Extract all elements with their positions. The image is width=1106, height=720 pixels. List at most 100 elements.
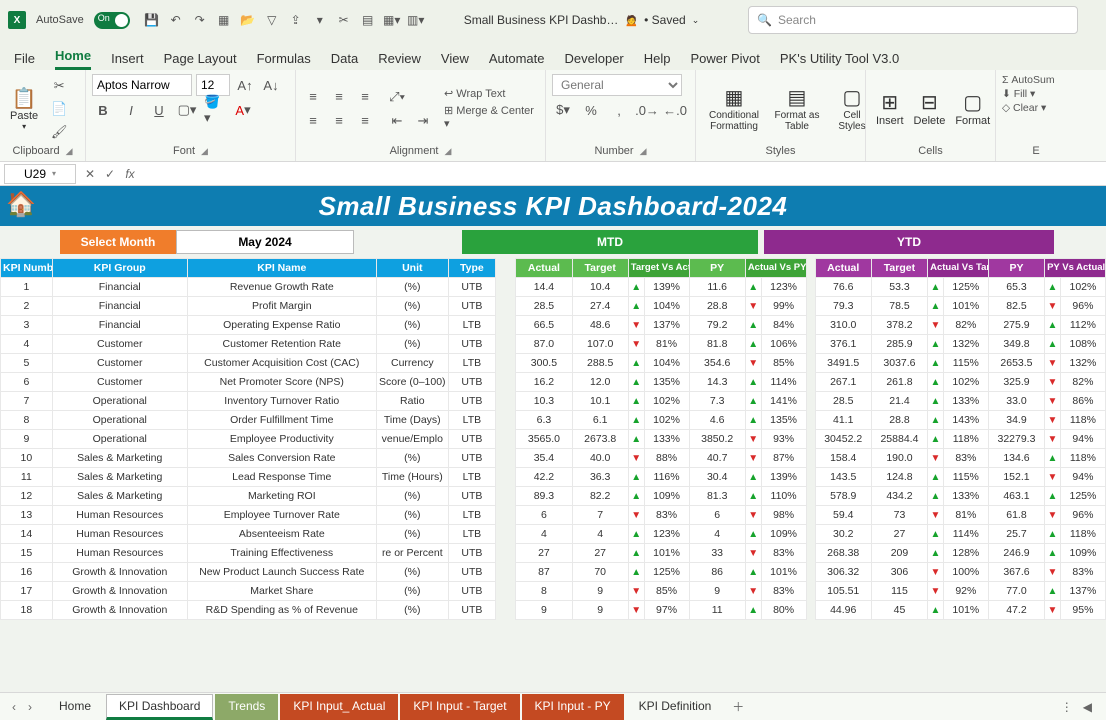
align-center-icon[interactable]: ≡ [328,111,350,131]
decrease-indent-icon[interactable]: ⇤ [386,111,408,131]
font-size-select[interactable] [196,74,230,96]
menu-insert[interactable]: Insert [111,51,144,70]
align-left-icon[interactable]: ≡ [302,111,324,131]
col-ytd-actual[interactable]: Actual [815,259,871,278]
table-row[interactable]: 13Human ResourcesEmployee Turnover Rate(… [1,506,1106,525]
autosum-button[interactable]: Σ AutoSum [1002,74,1055,86]
sheet-tab-kpi-dashboard[interactable]: KPI Dashboard [106,694,213,720]
col-mtd-tva[interactable]: Target Vs Actual [628,259,689,278]
menu-formulas[interactable]: Formulas [257,51,311,70]
fx-icon[interactable]: fx [120,167,140,181]
border-button[interactable]: ▢▾ [176,100,198,120]
name-box[interactable]: U29 ▾ [4,164,76,184]
col-ytd-pyva[interactable]: PY Vs Actual [1045,259,1106,278]
menu-automate[interactable]: Automate [489,51,545,70]
sheet-tab-home[interactable]: Home [46,694,104,720]
sheet-prev-icon[interactable]: ‹ [6,700,22,714]
menu-pk-s-utility-tool-v3-0[interactable]: PK's Utility Tool V3.0 [780,51,899,70]
filter-icon[interactable]: ▽ [264,12,280,28]
insert-cells-button[interactable]: ⊞Insert [872,89,908,129]
copy-button[interactable]: 📄 [48,99,70,119]
redo-icon[interactable]: ↷ [192,12,208,28]
menu-file[interactable]: File [14,51,35,70]
conditional-formatting-button[interactable]: ▦Conditional Formatting [702,84,766,134]
table2-icon[interactable]: ▦▾ [384,12,400,28]
fill-color-button[interactable]: 🪣▾ [204,100,226,120]
list-icon[interactable]: ▥▾ [408,12,424,28]
table-row[interactable]: 8OperationalOrder Fulfillment TimeTime (… [1,411,1106,430]
table-row[interactable]: 6CustomerNet Promoter Score (NPS)Score (… [1,373,1106,392]
italic-button[interactable]: I [120,100,142,120]
underline-button[interactable]: U [148,100,170,120]
align-middle-icon[interactable]: ≡ [328,87,350,107]
wrap-text-button[interactable]: ↩ Wrap Text [444,87,539,100]
table-row[interactable]: 7OperationalInventory Turnover RatioRati… [1,392,1106,411]
add-sheet-button[interactable]: ＋ [732,698,744,715]
accessibility-icon[interactable]: 🙍 [624,14,638,27]
menu-developer[interactable]: Developer [565,51,624,70]
align-right-icon[interactable]: ≡ [354,111,376,131]
menu-page-layout[interactable]: Page Layout [164,51,237,70]
font-color-button[interactable]: A▾ [232,100,254,120]
table-row[interactable]: 16Growth & InnovationNew Product Launch … [1,563,1106,582]
menu-review[interactable]: Review [378,51,421,70]
increase-indent-icon[interactable]: ⇥ [412,111,434,131]
comma-icon[interactable]: , [608,100,630,120]
table-row[interactable]: 18Growth & InnovationR&D Spending as % o… [1,601,1106,620]
share-icon[interactable]: ⇪ [288,12,304,28]
open-icon[interactable]: 📂 [240,12,256,28]
autosave-toggle[interactable]: On [94,12,130,29]
col-unit[interactable]: Unit [376,259,448,278]
decrease-font-icon[interactable]: A↓ [260,75,282,95]
grid-icon[interactable]: ▦ [216,12,232,28]
col-type[interactable]: Type [448,259,495,278]
table-row[interactable]: 10Sales & MarketingSales Conversion Rate… [1,449,1106,468]
percent-icon[interactable]: % [580,100,602,120]
col-kpi-name[interactable]: KPI Name [187,259,376,278]
more-icon[interactable]: ▾ [312,12,328,28]
col-ytd-avt[interactable]: Actual Vs Target [928,259,989,278]
table-row[interactable]: 12Sales & MarketingMarketing ROI(%)UTB89… [1,487,1106,506]
currency-icon[interactable]: $▾ [552,100,574,120]
menu-home[interactable]: Home [55,48,91,70]
search-box[interactable]: 🔍 Search [748,6,1078,34]
table-icon[interactable]: ▤ [360,12,376,28]
orientation-icon[interactable]: ⤢▾ [386,87,408,107]
sheet-menu-icon[interactable]: ⋮ [1061,700,1073,714]
increase-decimal-icon[interactable]: .0→ [636,100,658,120]
cancel-formula-icon[interactable]: ✕ [80,167,100,181]
menu-data[interactable]: Data [331,51,358,70]
col-kpi-number[interactable]: KPI Number [1,259,53,278]
save-icon[interactable]: 💾 [144,12,160,28]
col-ytd-target[interactable]: Target [871,259,927,278]
table-row[interactable]: 5CustomerCustomer Acquisition Cost (CAC)… [1,354,1106,373]
table-row[interactable]: 4CustomerCustomer Retention Rate(%)UTB87… [1,335,1106,354]
increase-font-icon[interactable]: A↑ [234,75,256,95]
format-as-table-button[interactable]: ▤Format as Table [768,84,826,134]
col-mtd-target[interactable]: Target [572,259,628,278]
table-row[interactable]: 11Sales & MarketingLead Response TimeTim… [1,468,1106,487]
paste-button[interactable]: 📋Paste▾ [6,84,42,133]
sheet-tab-trends[interactable]: Trends [215,694,278,720]
table-row[interactable]: 9OperationalEmployee Productivityvenue/E… [1,430,1106,449]
clear-button[interactable]: ◇ Clear ▾ [1002,102,1046,114]
bold-button[interactable]: B [92,100,114,120]
merge-center-button[interactable]: ⊞ Merge & Center ▾ [444,104,539,130]
col-mtd-actual[interactable]: Actual [516,259,572,278]
align-top-icon[interactable]: ≡ [302,87,324,107]
format-painter-button[interactable]: 🖌 [48,122,70,142]
table-row[interactable]: 15Human ResourcesTraining Effectivenessr… [1,544,1106,563]
scroll-left-icon[interactable]: ◀ [1083,700,1092,714]
sheet-tab-kpi-input-py[interactable]: KPI Input - PY [522,694,624,720]
sheet-tab-kpi-input-target[interactable]: KPI Input - Target [400,694,519,720]
menu-power-pivot[interactable]: Power Pivot [691,51,760,70]
menu-help[interactable]: Help [644,51,671,70]
font-name-select[interactable] [92,74,192,96]
decrease-decimal-icon[interactable]: ←.0 [664,100,686,120]
col-kpi-group[interactable]: KPI Group [52,259,187,278]
home-icon[interactable]: 🏠 [6,190,36,219]
delete-cells-button[interactable]: ⊟Delete [910,89,950,129]
enter-formula-icon[interactable]: ✓ [100,167,120,181]
col-mtd-avpy[interactable]: Actual Vs PY [745,259,806,278]
align-bottom-icon[interactable]: ≡ [354,87,376,107]
